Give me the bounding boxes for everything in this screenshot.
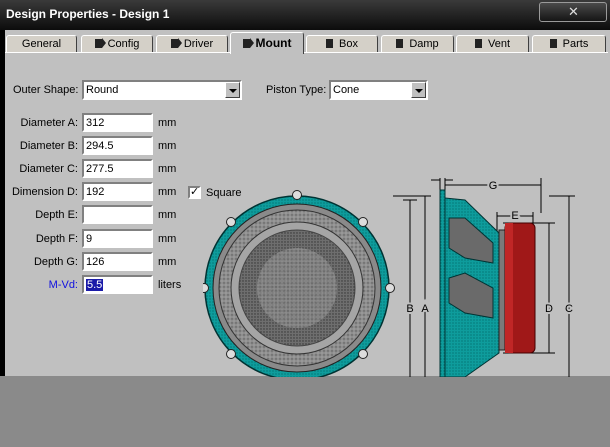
outer-shape-select[interactable]: Round [82, 80, 242, 100]
depth-g-input[interactable]: 126 [82, 252, 153, 271]
unit-label: liters [158, 279, 182, 291]
unit-label: mm [158, 209, 177, 221]
box-icon [326, 39, 334, 48]
title-bar[interactable]: Design Properties - Design 1 ✕ [0, 0, 610, 30]
diameter-b-label: Diameter B: [19, 140, 78, 152]
depth-f-input[interactable]: 9 [82, 229, 153, 248]
dim-label-g: G [489, 180, 498, 192]
tab-label: General [21, 38, 62, 50]
unit-label: mm [158, 233, 177, 245]
diameter-c-label: Diameter C: [19, 163, 78, 175]
diameter-a-label: Diameter A: [20, 117, 78, 129]
design-properties-window: Design Properties - Design 1 ✕ General C… [0, 0, 610, 377]
side-view [439, 189, 536, 377]
tab-label: Driver [183, 38, 214, 50]
tab-config[interactable]: Config [81, 35, 153, 52]
dim-label-e: E [511, 210, 518, 222]
dim-label-c: C [565, 303, 573, 315]
unit-label: mm [158, 256, 177, 268]
close-button[interactable]: ✕ [539, 2, 607, 22]
close-icon: ✕ [568, 4, 579, 19]
piston-type-label: Piston Type: [266, 84, 327, 96]
tab-label: Parts [562, 38, 589, 50]
dim-label-f: F [439, 178, 446, 181]
tab-vent[interactable]: Vent [456, 35, 529, 52]
unit-label: mm [158, 140, 177, 152]
front-view [203, 190, 395, 377]
piston-type-value: Cone [333, 84, 360, 96]
tab-driver[interactable]: Driver [156, 35, 228, 52]
speaker-icon [94, 38, 106, 48]
tab-damp[interactable]: Damp [381, 35, 454, 52]
depth-g-label: Depth G: [33, 256, 78, 268]
box-icon [549, 39, 557, 48]
tab-label: Damp [409, 38, 439, 50]
dimension-d-label: Dimension D: [11, 186, 78, 198]
speaker-icon [242, 38, 254, 48]
m-vd-input[interactable]: 5.5 [82, 275, 153, 294]
unit-label: mm [158, 186, 177, 198]
depth-f-label: Depth F: [35, 233, 78, 245]
m-vd-value: 5.5 [86, 279, 104, 291]
speaker-icon [170, 38, 182, 48]
dim-label-b: B [406, 303, 413, 315]
dialog-client: General Config Driver Mount Box Damp Ven… [5, 30, 610, 377]
tab-label: Config [107, 38, 140, 50]
outer-shape-value: Round [86, 84, 119, 96]
chevron-down-icon[interactable] [225, 82, 240, 98]
chevron-down-icon[interactable] [411, 82, 426, 98]
mount-panel: Outer Shape: Round Piston Type: Cone Dia… [5, 52, 608, 377]
tab-mount[interactable]: Mount [230, 32, 304, 54]
square-checkbox[interactable]: ✓ [188, 186, 201, 199]
tab-parts[interactable]: Parts [532, 35, 606, 52]
dim-label-d: D [545, 303, 553, 315]
window-title: Design Properties - Design 1 [6, 7, 170, 21]
tab-general[interactable]: General [6, 35, 77, 52]
diameter-a-input[interactable]: 312 [82, 113, 153, 132]
tab-label: Box [339, 38, 358, 50]
piston-type-select[interactable]: Cone [329, 80, 428, 100]
depth-e-input[interactable] [82, 205, 153, 224]
tab-label: Vent [487, 38, 511, 50]
dim-label-a: A [421, 303, 429, 315]
tab-label: Mount [255, 36, 292, 50]
speaker-diagram: F G E B A D C [203, 178, 575, 377]
box-icon [396, 39, 404, 48]
depth-e-label: Depth E: [35, 209, 78, 221]
unit-label: mm [158, 117, 177, 129]
box-icon [474, 39, 482, 48]
diameter-c-input[interactable]: 277.5 [82, 159, 153, 178]
tab-box[interactable]: Box [306, 35, 378, 52]
m-vd-label: M-Vd: [48, 279, 78, 291]
unit-label: mm [158, 163, 177, 175]
tab-strip: General Config Driver Mount Box Damp Ven… [5, 32, 610, 54]
dimension-d-input[interactable]: 192 [82, 182, 153, 201]
diameter-b-input[interactable]: 294.5 [82, 136, 153, 155]
outer-shape-label: Outer Shape: [13, 84, 79, 96]
